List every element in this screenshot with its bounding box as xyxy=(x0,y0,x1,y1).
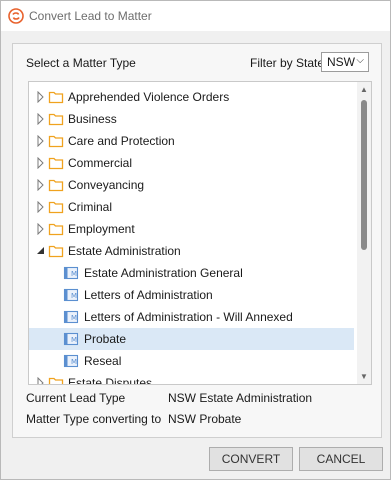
tree-item-label: Employment xyxy=(68,222,135,236)
collapsed-arrow-icon[interactable] xyxy=(36,178,46,192)
tree-folder-item[interactable]: Apprehended Violence Orders xyxy=(29,86,354,108)
tree-item-label: Reseal xyxy=(84,354,122,368)
matter-type-tree[interactable]: Apprehended Violence Orders Business Care … xyxy=(28,81,372,385)
converting-to-label: Matter Type converting to xyxy=(26,412,162,426)
tree-item-label: Estate Disputes xyxy=(68,376,153,385)
matter-type-icon: M xyxy=(63,265,79,281)
filter-by-state-label: Filter by State xyxy=(250,56,325,70)
collapsed-arrow-icon[interactable] xyxy=(36,200,46,214)
svg-text:M: M xyxy=(71,270,77,278)
svg-text:M: M xyxy=(71,358,77,366)
scroll-up-icon[interactable]: ▲ xyxy=(360,85,368,94)
tree-item-label: Probate xyxy=(84,332,127,346)
tree-matter-item[interactable]: M Reseal xyxy=(29,350,354,372)
tree-folder-item[interactable]: Business xyxy=(29,108,354,130)
scroll-down-icon[interactable]: ▼ xyxy=(360,372,368,381)
tree-folder-item[interactable]: Estate Administration xyxy=(29,240,354,262)
scrollbar-thumb[interactable] xyxy=(361,100,367,250)
collapsed-arrow-icon[interactable] xyxy=(36,112,46,126)
select-matter-type-label: Select a Matter Type xyxy=(26,56,136,70)
dialog-window: Convert Lead to Matter Select a Matter T… xyxy=(0,0,391,480)
svg-text:M: M xyxy=(71,292,77,300)
svg-text:M: M xyxy=(71,336,77,344)
folder-icon xyxy=(48,177,64,193)
collapsed-arrow-icon[interactable] xyxy=(36,376,46,384)
window-title: Convert Lead to Matter xyxy=(29,9,152,23)
tree-matter-item[interactable]: M Probate xyxy=(29,328,354,350)
current-lead-type-value: NSW Estate Administration xyxy=(168,391,313,405)
tree-item-label: Conveyancing xyxy=(68,178,145,192)
matter-type-icon: M xyxy=(63,353,79,369)
cancel-button[interactable]: CANCEL xyxy=(299,447,383,471)
tree-matter-item[interactable]: M Letters of Administration xyxy=(29,284,354,306)
svg-text:M: M xyxy=(71,314,77,322)
state-filter-value: NSW xyxy=(327,55,355,69)
tree-item-label: Letters of Administration xyxy=(84,288,213,302)
tree-item-label: Business xyxy=(68,112,117,126)
converting-to-value: NSW Probate xyxy=(168,412,242,426)
chevron-down-icon: ⌵ xyxy=(356,55,364,66)
tree-item-label: Estate Administration General xyxy=(84,266,243,280)
folder-icon xyxy=(48,155,64,171)
tree-folder-item[interactable]: Conveyancing xyxy=(29,174,354,196)
tree-scrollbar[interactable]: ▲ ▼ xyxy=(357,82,371,384)
tree-folder-item[interactable]: Estate Disputes xyxy=(29,372,354,385)
folder-icon xyxy=(48,221,64,237)
folder-icon xyxy=(48,375,64,384)
matter-type-panel: Select a Matter Type Filter by State NSW… xyxy=(12,43,382,438)
tree-folder-item[interactable]: Employment xyxy=(29,218,354,240)
matter-type-icon: M xyxy=(63,287,79,303)
app-logo-icon xyxy=(8,8,24,24)
folder-icon xyxy=(48,243,64,259)
folder-icon xyxy=(48,111,64,127)
folder-icon xyxy=(48,133,64,149)
folder-icon xyxy=(48,89,64,105)
tree-item-label: Criminal xyxy=(68,200,113,214)
tree-folder-item[interactable]: Commercial xyxy=(29,152,354,174)
tree-item-label: Letters of Administration - Will Annexed xyxy=(84,310,293,324)
matter-type-icon: M xyxy=(63,309,79,325)
collapsed-arrow-icon[interactable] xyxy=(36,156,46,170)
convert-button[interactable]: CONVERT xyxy=(209,447,293,471)
tree-folder-item[interactable]: Criminal xyxy=(29,196,354,218)
tree-item-label: Commercial xyxy=(68,156,133,170)
collapsed-arrow-icon[interactable] xyxy=(36,90,46,104)
collapsed-arrow-icon[interactable] xyxy=(36,222,46,236)
tree-matter-item[interactable]: M Letters of Administration - Will Annexe… xyxy=(29,306,354,328)
folder-icon xyxy=(48,199,64,215)
state-filter-dropdown[interactable]: NSW ⌵ xyxy=(321,52,369,72)
title-bar: Convert Lead to Matter xyxy=(1,1,390,31)
tree-item-label: Estate Administration xyxy=(68,244,181,258)
tree-folder-item[interactable]: Care and Protection xyxy=(29,130,354,152)
expanded-arrow-icon[interactable] xyxy=(36,245,46,257)
matter-type-icon: M xyxy=(63,331,79,347)
current-lead-type-label: Current Lead Type xyxy=(26,391,126,405)
tree-item-label: Apprehended Violence Orders xyxy=(68,90,230,104)
tree-matter-item[interactable]: M Estate Administration General xyxy=(29,262,354,284)
tree-item-label: Care and Protection xyxy=(68,134,175,148)
collapsed-arrow-icon[interactable] xyxy=(36,134,46,148)
